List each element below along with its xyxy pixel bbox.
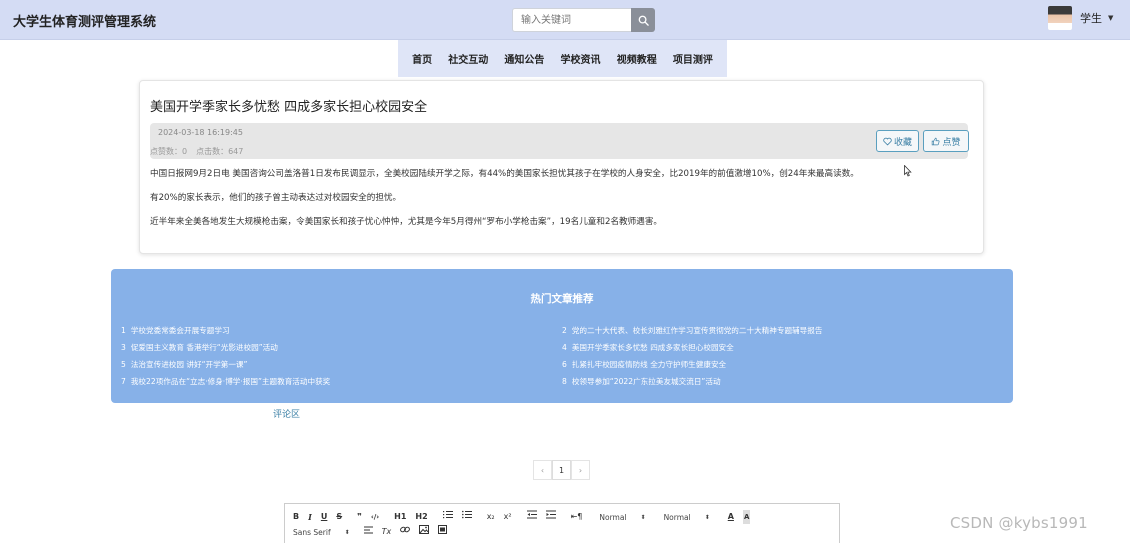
- comment-section-label[interactable]: 评论区: [273, 407, 300, 420]
- like-count: 点赞数：0: [150, 147, 188, 156]
- header-select[interactable]: Normal ⬍: [664, 513, 710, 522]
- article-card: 美国开学季家长多忧愁 四成多家长担心校园安全 2024-03-18 16:19:…: [139, 80, 984, 254]
- article-counts: 点赞数：0 点击数：647: [150, 146, 243, 157]
- comment-editor-toolbar: B I U S ❞ ‹/› H1 H2 x₂ x² ⇤¶ Normal ⬍ Nor…: [284, 503, 840, 543]
- background-color-icon[interactable]: A: [742, 510, 751, 524]
- underline-button[interactable]: U: [321, 510, 328, 524]
- font-select[interactable]: Sans Serif ⬍: [293, 528, 350, 537]
- article-paragraph: 近半年来全美各地发生大规模枪击案，令美国家长和孩子忧心忡忡，尤其是今年5月得州“…: [150, 217, 663, 227]
- like-label: 点赞: [942, 137, 961, 148]
- avatar[interactable]: [1048, 6, 1072, 30]
- article-body: 中国日报网9月2日电 美国咨询公司盖洛普1日发布民调显示，全美校园陆续开学之际，…: [150, 168, 970, 240]
- bullet-list-icon[interactable]: [461, 510, 472, 524]
- hot-article-item[interactable]: 6 扎紧扎牢校园疫情防线 全力守护师生健康安全: [562, 359, 991, 370]
- main-nav: 首页 社交互动 通知公告 学校资讯 视频教程 项目测评: [398, 40, 727, 77]
- next-page-button[interactable]: ›: [571, 460, 590, 480]
- nav-item-project-evaluation[interactable]: 项目测评: [673, 51, 713, 66]
- favorite-button[interactable]: 收藏: [876, 130, 919, 152]
- hot-article-item[interactable]: 1 学校党委常委会开展专题学习: [121, 325, 562, 336]
- article-time: 2024-03-18 16:19:45: [158, 128, 243, 137]
- select-arrows-icon: ⬍: [344, 528, 350, 536]
- top-header: 大学生体育测评管理系统 学生 ▼: [0, 0, 1130, 40]
- user-name[interactable]: 学生: [1080, 10, 1102, 26]
- article-title: 美国开学季家长多忧愁 四成多家长担心校园安全: [150, 100, 428, 115]
- bold-button[interactable]: B: [293, 510, 299, 524]
- hot-articles-title: 热门文章推荐: [530, 293, 594, 305]
- search-icon: [638, 15, 649, 26]
- hot-article-item[interactable]: 2 党的二十大代表、校长刘雅红作学习宣传贯彻党的二十大精神专题辅导报告: [562, 325, 991, 336]
- blockquote-button[interactable]: ❞: [357, 510, 362, 524]
- like-button[interactable]: 点赞: [923, 130, 969, 152]
- outdent-icon[interactable]: [526, 510, 537, 524]
- search-input[interactable]: [512, 8, 631, 32]
- video-icon[interactable]: [438, 525, 448, 539]
- hot-article-item[interactable]: 8 校领导参加“2022广东拉美友城交流日”活动: [562, 376, 991, 387]
- mouse-cursor-icon: [904, 164, 912, 180]
- select-arrows-icon: ⬍: [704, 513, 710, 521]
- nav-item-social[interactable]: 社交互动: [448, 51, 488, 66]
- header1-button[interactable]: H1: [394, 510, 406, 524]
- hot-article-item[interactable]: 7 我校22项作品在“立志·修身·博学·报国”主题教育活动中获奖: [121, 376, 562, 387]
- hot-article-item[interactable]: 3 促爱国主义教育 香港举行“光影进校园”活动: [121, 342, 562, 353]
- align-icon[interactable]: [363, 525, 373, 539]
- code-block-button[interactable]: ‹/›: [371, 510, 379, 524]
- hot-article-item[interactable]: 4 美国开学季家长多忧愁 四成多家长担心校园安全: [562, 342, 991, 353]
- image-icon[interactable]: [419, 525, 430, 539]
- ordered-list-icon[interactable]: [442, 510, 453, 524]
- size-select[interactable]: Normal ⬍: [599, 513, 645, 522]
- page-number-button[interactable]: 1: [552, 460, 571, 480]
- heart-icon: [883, 137, 892, 145]
- link-icon[interactable]: [400, 525, 411, 539]
- article-paragraph: 中国日报网9月2日电 美国咨询公司盖洛普1日发布民调显示，全美校园陆续开学之际，…: [150, 169, 859, 179]
- strike-button[interactable]: S: [336, 510, 342, 524]
- caret-down-icon[interactable]: ▼: [1108, 14, 1113, 22]
- italic-button[interactable]: I: [308, 510, 312, 524]
- nav-item-video-tutorials[interactable]: 视频教程: [617, 51, 657, 66]
- nav-item-school-news[interactable]: 学校资讯: [561, 51, 601, 66]
- text-direction-icon[interactable]: ⇤¶: [571, 510, 583, 524]
- thumbs-up-icon: [932, 137, 940, 145]
- article-meta: 2024-03-18 16:19:45 点赞数：0 点击数：647 收藏 点赞: [150, 123, 969, 159]
- article-paragraph: 有20%的家长表示，他们的孩子曾主动表达过对校园安全的担忧。: [150, 193, 402, 203]
- superscript-button[interactable]: x²: [504, 510, 512, 524]
- app-title: 大学生体育测评管理系统: [13, 15, 157, 30]
- view-count: 点击数：647: [196, 147, 244, 156]
- clear-format-button[interactable]: Tx: [382, 525, 392, 539]
- user-menu[interactable]: 学生 ▼: [1048, 5, 1113, 31]
- hot-articles-panel: 热门文章推荐 1 学校党委常委会开展专题学习 2 党的二十大代表、校长刘雅红作学习宣…: [111, 269, 1013, 403]
- header2-button[interactable]: H2: [415, 510, 427, 524]
- hot-articles-list: 1 学校党委常委会开展专题学习 2 党的二十大代表、校长刘雅红作学习宣传贯彻党的二十…: [121, 325, 991, 387]
- subscript-button[interactable]: x₂: [487, 510, 495, 524]
- search-button[interactable]: [631, 8, 655, 32]
- pagination: ‹ 1 ›: [533, 460, 590, 480]
- watermark: CSDN @kybs1991: [950, 514, 1088, 532]
- favorite-label: 收藏: [893, 137, 912, 148]
- select-arrows-icon: ⬍: [640, 513, 646, 521]
- indent-icon[interactable]: [545, 510, 556, 524]
- nav-item-home[interactable]: 首页: [412, 51, 432, 66]
- nav-item-notices[interactable]: 通知公告: [504, 51, 544, 66]
- hot-article-item[interactable]: 5 法治宣传进校园 讲好“开学第一课”: [121, 359, 562, 370]
- text-color-icon[interactable]: A: [728, 510, 734, 524]
- prev-page-button[interactable]: ‹: [533, 460, 552, 480]
- toolbar-row: B I U S ❞ ‹/› H1 H2 x₂ x² ⇤¶ Normal ⬍ Nor…: [293, 510, 759, 524]
- search-bar: [512, 8, 655, 32]
- toolbar-row: Sans Serif ⬍ Tx: [293, 525, 456, 539]
